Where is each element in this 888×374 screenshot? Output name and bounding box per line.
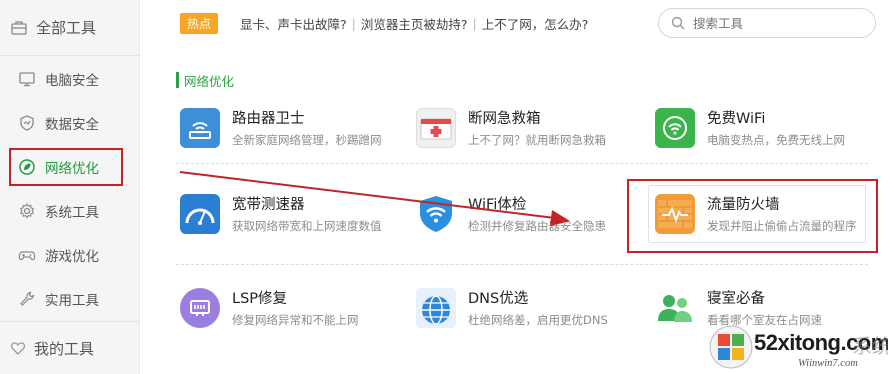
tool-desc: 获取网络带宽和上网速度数值 (232, 218, 382, 233)
sidebar-item-pc-security[interactable]: 电脑安全 (0, 59, 140, 99)
lsp-icon (180, 288, 220, 328)
watermark-subtext: Wiinwin7.com (798, 358, 858, 369)
sidebar-item-network-optimize[interactable]: 网络优化 (0, 147, 140, 187)
shield-icon (20, 115, 34, 131)
tool-name: 流量防火墙 (707, 196, 780, 213)
tool-lsp-repair[interactable]: LSP修复 修复网络异常和不能上网 (180, 284, 410, 332)
tool-name: WiFi体检 (468, 196, 527, 213)
tool-text: WiFi体检 检测并修复路由器安全隐患 (468, 195, 606, 234)
tool-name: 宽带测速器 (232, 196, 305, 213)
separator: | (351, 16, 356, 31)
tool-name: DNS优选 (468, 290, 529, 307)
speedometer-icon (180, 194, 220, 234)
app-window: 全部工具 电脑安全 数据安全 网络优化 系统工具 游戏优化 实用工具 我的工具 … (0, 0, 888, 374)
sidebar-item-label: 系统工具 (45, 205, 99, 221)
tool-traffic-firewall[interactable]: 流量防火墙 发现并阻止偷偷占流量的程序 (648, 185, 866, 243)
first-aid-kit-icon (416, 108, 456, 148)
wifi-shield-icon (416, 194, 456, 234)
wifi-icon (655, 108, 695, 148)
sidebar-item-label: 数据安全 (45, 117, 99, 133)
heart-icon (10, 342, 26, 355)
divider (176, 163, 868, 164)
gear-icon (19, 202, 35, 219)
users-icon (655, 288, 695, 328)
tool-name: 免费WiFi (707, 110, 766, 127)
tool-text: 路由器卫士 全新家庭网络管理，秒踢蹭网 (232, 109, 382, 148)
search-box[interactable] (658, 8, 876, 38)
sidebar-item-system-tools[interactable]: 系统工具 (0, 191, 140, 231)
top-bar: 热点 显卡、声卡出故障? | 浏览器主页被劫持? | 上不了网，怎么办? (140, 0, 888, 46)
tool-desc: 检测并修复路由器安全隐患 (468, 218, 606, 233)
tool-dorm-essential[interactable]: 寝室必备 看看哪个室友在占网速 (655, 284, 885, 332)
sidebar-header-label: 全部工具 (36, 19, 97, 37)
tool-name: 断网急救箱 (468, 110, 541, 127)
tool-text: 流量防火墙 发现并阻止偷偷占流量的程序 (707, 195, 857, 234)
tool-desc: 电脑变热点，免费无线上网 (707, 132, 845, 147)
hot-badge: 热点 (180, 13, 218, 34)
tool-text: 寝室必备 看看哪个室友在占网速 (707, 289, 822, 328)
hot-link[interactable]: 上不了网，怎么办? (482, 14, 589, 33)
router-icon (180, 108, 220, 148)
divider (176, 264, 868, 265)
sidebar: 全部工具 电脑安全 数据安全 网络优化 系统工具 游戏优化 实用工具 我的工具 (0, 0, 140, 374)
search-input[interactable] (693, 15, 863, 31)
sidebar-item-game-optimize[interactable]: 游戏优化 (0, 235, 140, 275)
tool-network-first-aid[interactable]: 断网急救箱 上不了网？就用断网急救箱 (416, 104, 646, 152)
tool-text: LSP修复 修复网络异常和不能上网 (232, 289, 359, 328)
tool-text: 断网急救箱 上不了网？就用断网急救箱 (468, 109, 606, 148)
tool-router-guard[interactable]: 路由器卫士 全新家庭网络管理，秒踢蹭网 (180, 104, 410, 152)
gamepad-icon (18, 251, 36, 261)
watermark-cn: 系统家 (852, 334, 888, 358)
tool-desc: 全新家庭网络管理，秒踢蹭网 (232, 132, 382, 147)
tool-dns-optimize[interactable]: DNS优选 杜绝网络差，启用更优DNS (416, 284, 646, 332)
monitor-icon (19, 72, 35, 87)
sidebar-item-data-security[interactable]: 数据安全 (0, 103, 140, 143)
sidebar-item-label: 网络优化 (45, 161, 99, 177)
network-leaf-icon (19, 159, 35, 175)
sidebar-item-label: 游戏优化 (45, 249, 99, 265)
wrench-icon (20, 291, 35, 306)
watermark-text: 52xitong.com (754, 330, 888, 355)
separator: | (472, 16, 477, 31)
tool-free-wifi[interactable]: 免费WiFi 电脑变热点，免费无线上网 (655, 104, 885, 152)
sidebar-item-label: 实用工具 (45, 293, 99, 309)
search-icon (671, 16, 685, 30)
hot-link[interactable]: 浏览器主页被劫持? (361, 14, 468, 33)
tool-broadband-speed-test[interactable]: 宽带测速器 获取网络带宽和上网速度数值 (180, 190, 410, 238)
tool-text: DNS优选 杜绝网络差，启用更优DNS (468, 289, 608, 328)
tool-desc: 修复网络异常和不能上网 (232, 312, 359, 327)
globe-icon (416, 288, 456, 328)
tool-name: 路由器卫士 (232, 110, 305, 127)
tool-name: 寝室必备 (707, 290, 765, 307)
sidebar-item-label: 电脑安全 (45, 73, 99, 89)
tool-desc: 发现并阻止偷偷占流量的程序 (707, 218, 857, 233)
sidebar-item-utility-tools[interactable]: 实用工具 (0, 279, 140, 319)
tool-wifi-checkup[interactable]: WiFi体检 检测并修复路由器安全隐患 (416, 190, 646, 238)
hot-link[interactable]: 显卡、声卡出故障? (240, 14, 347, 33)
sidebar-header-all-tools[interactable]: 全部工具 (0, 0, 140, 56)
tool-desc: 上不了网？就用断网急救箱 (468, 132, 606, 147)
tool-text: 宽带测速器 获取网络带宽和上网速度数值 (232, 195, 382, 234)
tool-desc: 杜绝网络差，启用更优DNS (468, 312, 608, 327)
firewall-icon (655, 194, 695, 234)
tool-name: LSP修复 (232, 290, 288, 307)
section-title: 网络优化 (176, 72, 234, 89)
tool-desc: 看看哪个室友在占网速 (707, 312, 822, 327)
hot-links: 显卡、声卡出故障? | 浏览器主页被劫持? | 上不了网，怎么办? (240, 13, 588, 34)
sidebar-my-tools[interactable]: 我的工具 (0, 321, 140, 374)
tool-text: 免费WiFi 电脑变热点，免费无线上网 (707, 109, 845, 148)
sidebar-footer-label: 我的工具 (34, 339, 95, 358)
toolbox-icon (11, 20, 27, 35)
